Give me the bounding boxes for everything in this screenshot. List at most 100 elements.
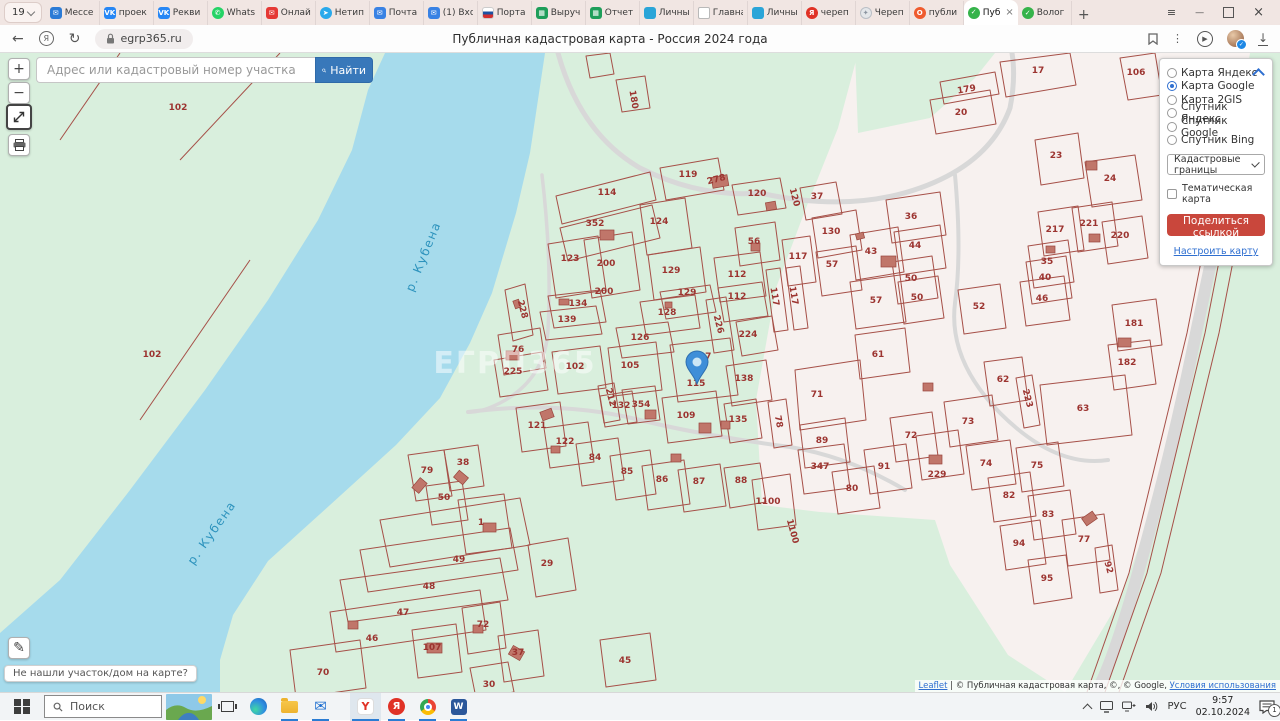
media-play-icon[interactable]: ▶ (1197, 31, 1213, 47)
sheets-icon: ▦ (536, 7, 548, 19)
tab-close-icon[interactable]: × (1005, 7, 1013, 18)
layer-option[interactable]: Спутник Google (1167, 120, 1265, 134)
url-field[interactable]: egrp365.ru (95, 29, 192, 49)
browser-tab[interactable]: Личны (748, 1, 802, 25)
task-view-button[interactable] (212, 693, 243, 721)
device-icon[interactable] (1100, 701, 1113, 713)
zoom-out-button[interactable]: − (8, 82, 30, 104)
measure-tool-button[interactable] (6, 104, 32, 130)
browser-tab[interactable]: ✉(1) Вхо (424, 1, 478, 25)
parcel-label: 72 (477, 620, 490, 630)
new-tab-button[interactable]: + (1072, 7, 1096, 23)
search-button[interactable]: Найти (315, 57, 373, 83)
radio-icon[interactable] (1167, 81, 1177, 91)
boundaries-dropdown-value: Кадастровые границы (1174, 154, 1253, 176)
browser-tab[interactable]: Порта (478, 1, 532, 25)
close-button[interactable]: × (1253, 5, 1264, 20)
volume-icon[interactable] (1145, 701, 1158, 712)
tray-expand-icon[interactable] (1083, 703, 1093, 713)
map-canvas[interactable]: ЕГРП365102102180171061792023241141192781… (0, 53, 1280, 692)
browser-tab[interactable]: ✦Череп (856, 1, 910, 25)
minimize-button[interactable]: — (1195, 8, 1204, 18)
leaflet-link[interactable]: Leaflet (919, 681, 948, 691)
parcel-label: 228 (515, 299, 530, 320)
cadastral-parcel[interactable] (426, 481, 468, 525)
zoom-in-button[interactable]: + (8, 58, 30, 80)
start-button[interactable] (0, 693, 44, 721)
telegram-icon: ➤ (320, 7, 332, 19)
parcel-label: 128 (658, 308, 677, 318)
parcel-label: 83 (1042, 510, 1055, 520)
browser-tab[interactable]: ✓Волог (1018, 1, 1072, 25)
taskbar-app-mail[interactable]: ✉ (305, 693, 336, 721)
browser-menu-button[interactable]: ≡ (1167, 6, 1176, 19)
parcel-label: 112 (728, 270, 747, 280)
browser-tab[interactable]: VKпроек (100, 1, 154, 25)
cadastral-parcel[interactable] (586, 53, 614, 78)
draw-pencil-button[interactable]: ✎ (8, 637, 30, 659)
parcel-label: 1 (478, 518, 484, 528)
layer-option[interactable]: Карта Яндекс (1167, 66, 1265, 80)
browser-tab[interactable]: VKРекви (154, 1, 208, 25)
profile-avatar[interactable]: ✓ (1227, 30, 1244, 47)
browser-tab[interactable]: ▦Отчет (586, 1, 640, 25)
taskbar-clock[interactable]: 9:57 02.10.2024 (1196, 695, 1250, 718)
taskbar-app-explorer[interactable] (274, 693, 305, 721)
radio-icon[interactable] (1167, 68, 1177, 78)
browser-tab[interactable]: ▦Выруч (532, 1, 586, 25)
thematic-map-row[interactable]: Тематическая карта (1167, 183, 1265, 205)
bookmark-icon[interactable] (1148, 33, 1158, 45)
thematic-map-checkbox[interactable] (1167, 189, 1177, 199)
tab-counter[interactable]: 19 (4, 2, 42, 23)
configure-map-link[interactable]: Настроить карту (1167, 246, 1265, 257)
refresh-button[interactable]: ↻ (69, 32, 81, 46)
parcel-label: 220 (1111, 231, 1130, 241)
kebab-menu-icon[interactable]: ⋮ (1172, 33, 1183, 44)
not-found-tooltip[interactable]: Не нашли участок/дом на карте? (4, 665, 197, 682)
action-center-button[interactable]: 1 (1259, 700, 1275, 714)
taskbar-app-yandex-browser[interactable]: Y (350, 693, 381, 721)
taskbar-app-edge[interactable] (243, 693, 274, 721)
chrome-icon (420, 699, 436, 715)
browser-tab[interactable]: Личны (640, 1, 694, 25)
browser-tab[interactable]: ✆Whats (208, 1, 262, 25)
browser-tab[interactable]: ✓Пуб× (964, 0, 1018, 25)
network-icon[interactable] (1122, 701, 1136, 712)
tab-label: Онлай (281, 8, 311, 18)
browser-tab[interactable]: Главна (694, 1, 748, 25)
weather-widget[interactable] (166, 694, 212, 720)
taskbar-app-yandex[interactable]: Я (381, 693, 412, 721)
taskbar-app-word[interactable]: W (443, 693, 474, 721)
browser-tab[interactable]: ✉Онлай (262, 1, 316, 25)
radio-icon[interactable] (1167, 135, 1177, 145)
parcel-label: 80 (846, 484, 859, 494)
radio-icon[interactable] (1167, 108, 1177, 118)
taskbar-search[interactable]: Поиск (44, 695, 162, 718)
parcel-label: 135 (729, 415, 748, 425)
radio-icon[interactable] (1167, 122, 1177, 132)
cadastral-parcel[interactable] (718, 282, 768, 322)
building (1118, 338, 1131, 347)
restore-button[interactable] (1223, 7, 1234, 18)
print-button[interactable] (8, 134, 30, 156)
cadastral-parcel[interactable] (290, 640, 366, 692)
browser-tab[interactable]: ➤Нетип (316, 1, 370, 25)
browser-tab[interactable]: Ячереп (802, 1, 856, 25)
browser-mode-icon[interactable]: Я (39, 31, 54, 46)
search-input[interactable] (36, 57, 315, 83)
share-link-button[interactable]: Поделиться ссылкой (1167, 214, 1265, 236)
layer-option[interactable]: Карта Google (1167, 80, 1265, 94)
radio-icon[interactable] (1167, 95, 1177, 105)
downloads-icon[interactable]: ↓ (1258, 32, 1268, 46)
back-button[interactable]: ← (12, 32, 24, 46)
language-indicator[interactable]: РУС (1167, 701, 1186, 712)
layer-option[interactable]: Спутник Bing (1167, 134, 1265, 148)
boundaries-dropdown[interactable]: Кадастровые границы (1167, 154, 1265, 175)
browser-tab[interactable]: ✉Почта (370, 1, 424, 25)
browser-tab[interactable]: ✉Мессе (46, 1, 100, 25)
browser-tab[interactable]: Опубли (910, 1, 964, 25)
parcel-label: 1100 (755, 497, 780, 507)
taskbar-app-chrome[interactable] (412, 693, 443, 721)
parcel-label: 46 (366, 634, 379, 644)
terms-link[interactable]: Условия использования (1170, 681, 1276, 691)
